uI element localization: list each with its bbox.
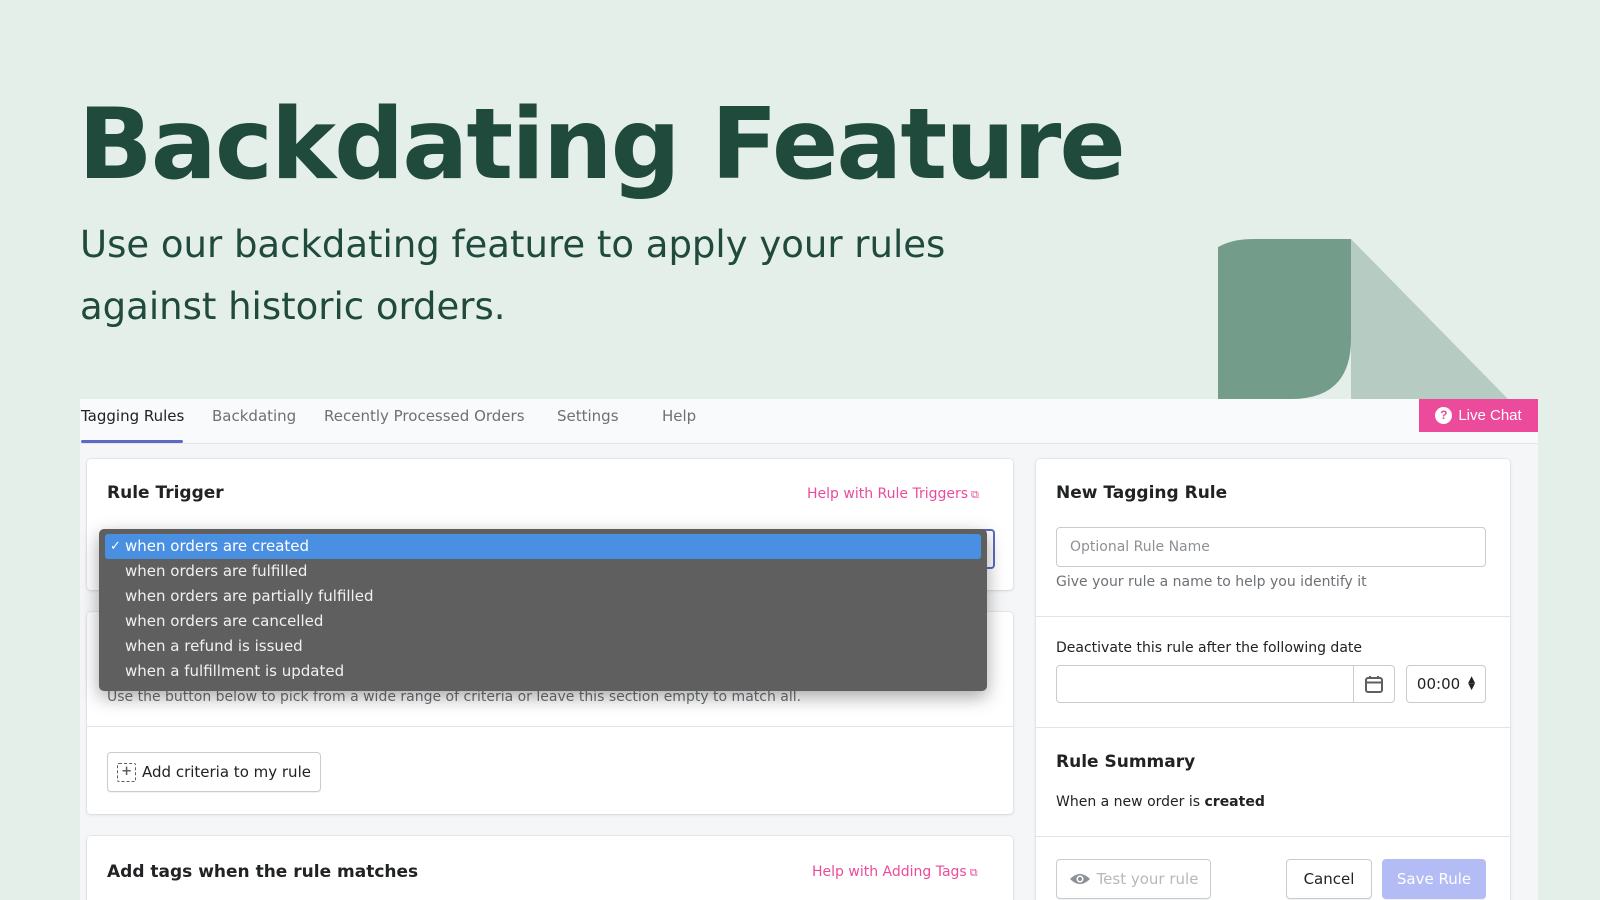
decorative-shapes xyxy=(1218,239,1508,399)
tab-bar: Tagging Rules Backdating Recently Proces… xyxy=(80,399,1538,444)
tab-help[interactable]: Help xyxy=(662,399,696,444)
dropdown-option[interactable]: when a refund is issued xyxy=(105,634,981,659)
add-tags-title: Add tags when the rule matches xyxy=(107,862,419,882)
active-tab-indicator xyxy=(81,440,183,443)
help-rule-triggers-label: Help with Rule Triggers xyxy=(807,486,969,502)
new-rule-divider-2 xyxy=(1036,727,1510,728)
calendar-icon xyxy=(1365,676,1383,693)
rule-name-input[interactable]: Optional Rule Name xyxy=(1056,527,1486,567)
live-chat-label: Live Chat xyxy=(1458,406,1522,424)
tab-recently-processed-orders[interactable]: Recently Processed Orders xyxy=(324,399,525,444)
add-criteria-icon: + xyxy=(117,762,137,782)
criteria-divider xyxy=(87,726,1013,727)
criteria-description: Use the button below to pick from a wide… xyxy=(107,689,802,705)
hero-title: Backdating Feature xyxy=(78,88,1126,202)
rule-trigger-title: Rule Trigger xyxy=(107,483,224,503)
help-adding-tags-link[interactable]: Help with Adding Tags ⧉ xyxy=(812,864,978,880)
live-chat-button[interactable]: ? Live Chat xyxy=(1419,399,1538,432)
rule-name-hint: Give your rule a name to help you identi… xyxy=(1056,574,1367,590)
tab-tagging-rules[interactable]: Tagging Rules xyxy=(81,399,184,444)
add-tags-card: Add tags when the rule matches Help with… xyxy=(87,836,1013,900)
add-criteria-label: Add criteria to my rule xyxy=(142,763,311,781)
help-rule-triggers-link[interactable]: Help with Rule Triggers ⧉ xyxy=(807,486,979,502)
new-rule-divider-3 xyxy=(1036,836,1510,837)
dropdown-option[interactable]: when orders are partially fulfilled xyxy=(105,584,981,609)
summary-trigger: created xyxy=(1204,794,1265,810)
add-criteria-button[interactable]: + Add criteria to my rule xyxy=(107,752,321,792)
tab-settings[interactable]: Settings xyxy=(557,399,619,444)
time-value: 00:00 xyxy=(1416,675,1461,693)
checkmark-icon: ✓ xyxy=(110,539,121,554)
deactivate-label: Deactivate this rule after the following… xyxy=(1056,640,1362,656)
hero-subtitle: Use our backdating feature to apply your… xyxy=(80,223,946,328)
tab-backdating[interactable]: Backdating xyxy=(212,399,296,444)
time-picker[interactable]: 00:00 ▲ ▼ xyxy=(1406,665,1486,703)
new-rule-title: New Tagging Rule xyxy=(1056,483,1228,503)
test-rule-label: Test your rule xyxy=(1096,870,1199,888)
option-label: when orders are created xyxy=(125,537,310,555)
rule-summary-title: Rule Summary xyxy=(1056,752,1196,772)
cancel-button[interactable]: Cancel xyxy=(1286,859,1372,899)
new-rule-card: New Tagging Rule Optional Rule Name Give… xyxy=(1036,459,1510,900)
rule-summary-text: When a new order is created xyxy=(1056,794,1265,810)
calendar-button[interactable] xyxy=(1353,665,1395,703)
external-link-icon: ⧉ xyxy=(969,866,978,879)
stepper-icon: ▲ ▼ xyxy=(1468,675,1476,692)
save-rule-button[interactable]: Save Rule xyxy=(1382,859,1486,899)
eye-icon xyxy=(1069,874,1090,884)
triangle-shape xyxy=(1351,239,1508,399)
dropdown-option[interactable]: when orders are cancelled xyxy=(105,609,981,634)
dropdown-option[interactable]: ✓ when orders are created xyxy=(105,534,981,559)
leaf-shape xyxy=(1218,239,1351,399)
dropdown-option[interactable]: when orders are fulfilled xyxy=(105,559,981,584)
test-rule-button[interactable]: Test your rule xyxy=(1056,859,1211,899)
dropdown-option[interactable]: when a fulfillment is updated xyxy=(105,659,981,684)
help-adding-tags-label: Help with Adding Tags xyxy=(812,864,967,880)
new-rule-divider-1 xyxy=(1036,616,1510,617)
summary-prefix: When a new order is xyxy=(1056,794,1205,810)
deactivate-date-input[interactable] xyxy=(1056,665,1354,703)
question-circle-icon: ? xyxy=(1435,407,1453,424)
external-link-icon: ⧉ xyxy=(971,488,979,501)
rule-trigger-dropdown: ✓ when orders are created when orders are… xyxy=(99,529,987,691)
